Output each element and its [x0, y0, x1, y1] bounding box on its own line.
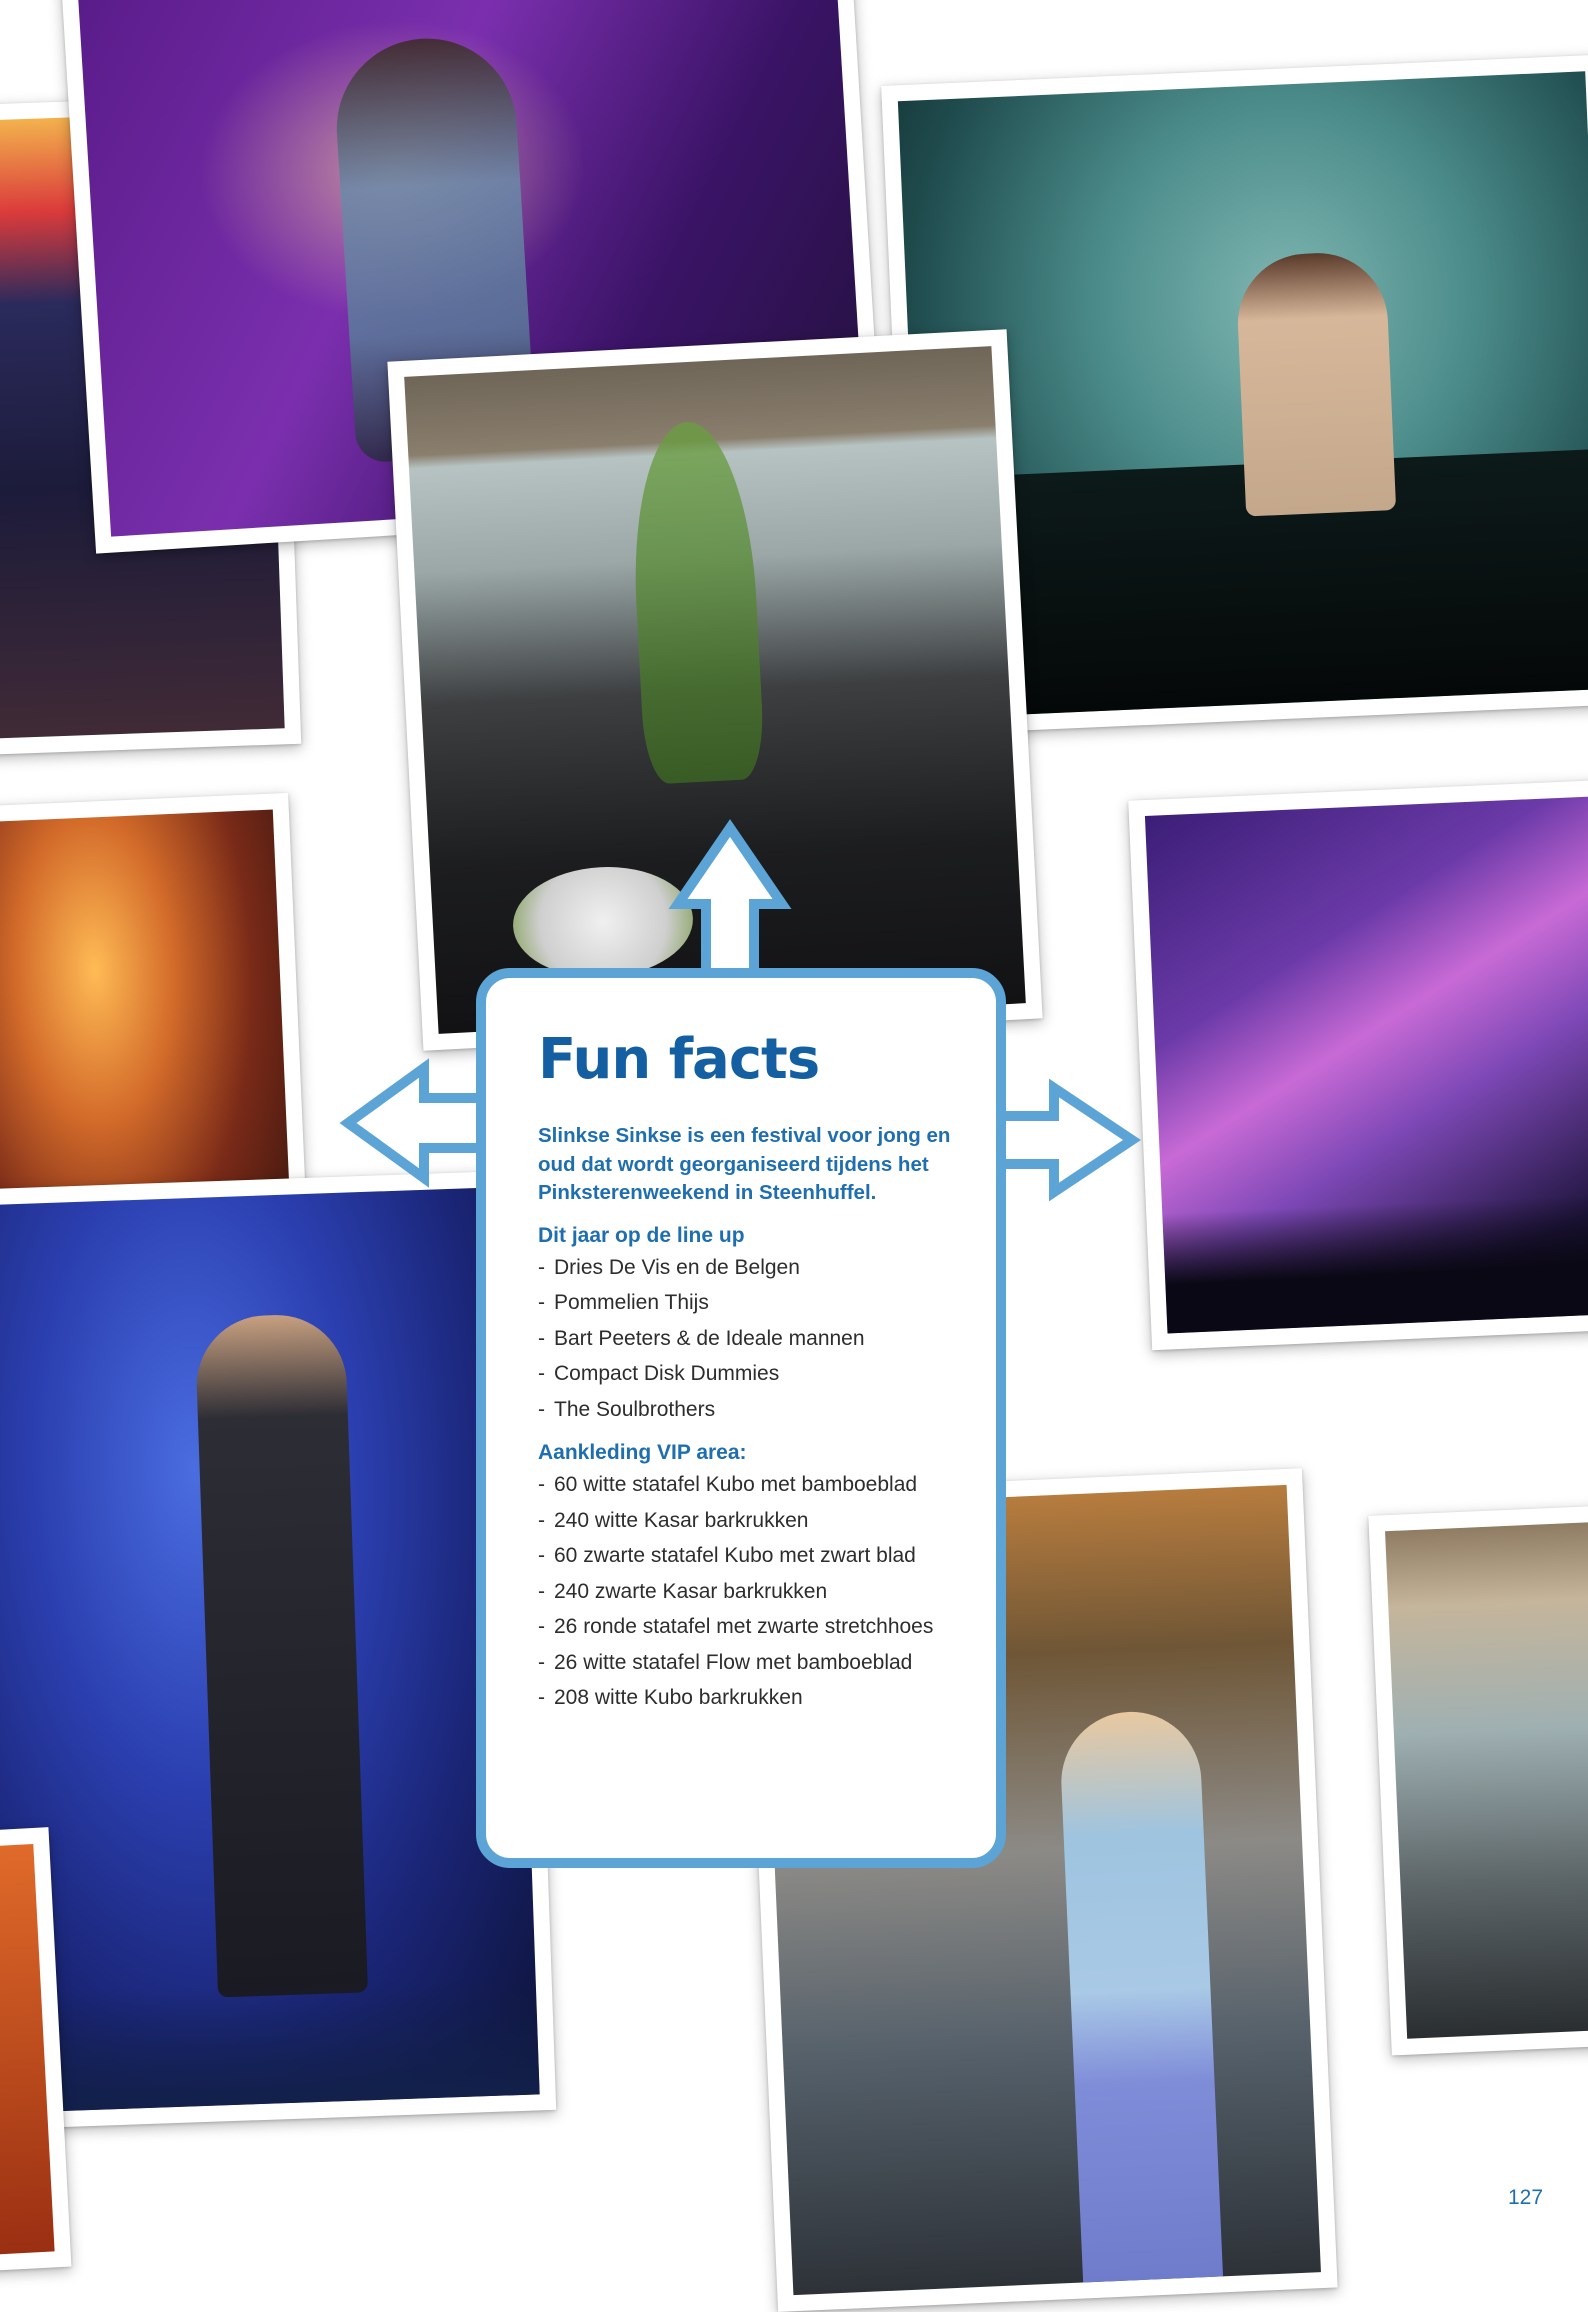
photo-hall-right — [1368, 1504, 1588, 2056]
lineup-heading: Dit jaar op de line up — [538, 1223, 745, 1247]
photo-lights-stage — [1128, 779, 1588, 1351]
lineup-item: The Soulbrothers — [538, 1394, 956, 1426]
lineup-item: Pommelien Thijs — [538, 1287, 956, 1319]
lineup-item: Bart Peeters & de Ideale mannen — [538, 1323, 956, 1355]
lineup-list: Dries De Vis en de Belgen Pommelien Thij… — [538, 1252, 956, 1426]
fun-facts-title: Fun facts — [538, 1027, 820, 1092]
photo-image — [1144, 796, 1588, 1334]
lineup-item: Dries De Vis en de Belgen — [538, 1252, 956, 1284]
vip-heading: Aankleding VIP area: — [538, 1441, 747, 1464]
vip-item: 240 zwarte Kasar barkrukken — [538, 1576, 956, 1608]
vip-item: 60 zwarte statafel Kubo met zwart blad — [538, 1540, 956, 1572]
photo-image — [0, 1186, 540, 2114]
vip-item: 240 witte Kasar barkrukken — [538, 1505, 956, 1537]
photo-image — [0, 1843, 55, 2257]
page-number: 127 — [1508, 2186, 1544, 2209]
arrow-left — [339, 1058, 493, 1188]
fun-facts-box: Fun facts Slinkse Sinkse is een festival… — [476, 968, 1006, 1868]
vip-item: 26 ronde statafel met zwarte stretchhoes — [538, 1611, 956, 1643]
fun-facts-intro: Slinkse Sinkse is een festival voor jong… — [538, 1124, 951, 1204]
lineup-item: Compact Disk Dummies — [538, 1358, 956, 1390]
arrow-up — [668, 819, 792, 983]
arrow-right — [987, 1078, 1142, 1202]
vip-item: 208 witte Kubo barkrukken — [538, 1682, 956, 1714]
vip-item: 26 witte statafel Flow met bamboeblad — [538, 1647, 956, 1679]
photo-image — [1385, 1521, 1588, 2039]
vip-list: 60 witte statafel Kubo met bamboeblad 24… — [538, 1469, 956, 1714]
vip-item: 60 witte statafel Kubo met bamboeblad — [538, 1469, 956, 1501]
photo-singer-blue — [0, 1170, 557, 2130]
